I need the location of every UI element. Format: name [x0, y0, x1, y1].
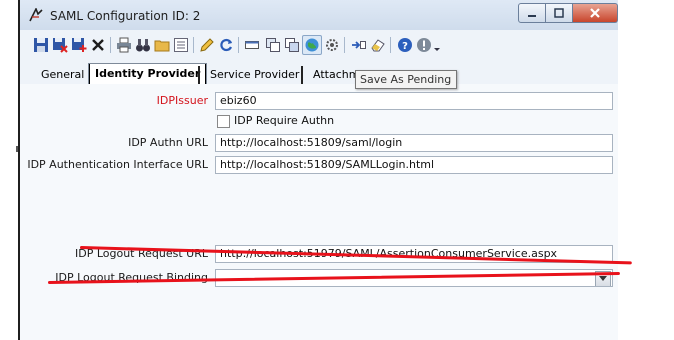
erase-button[interactable] — [369, 36, 387, 54]
refresh-button[interactable] — [217, 36, 235, 54]
tab-divider — [198, 66, 200, 84]
idp-auth-interface-url-input[interactable]: http://localhost:51809/SAMLLogin.html — [215, 156, 613, 174]
svg-text:?: ? — [402, 41, 408, 52]
toolbar-separator — [390, 37, 391, 53]
refresh-icon — [220, 38, 233, 52]
tab-identity-provider[interactable]: Identity Provider — [88, 63, 208, 84]
close-button[interactable] — [573, 3, 618, 23]
duplicate-button[interactable] — [283, 36, 301, 54]
toolbar-overflow-button[interactable] — [432, 36, 442, 54]
save-button[interactable] — [32, 36, 50, 54]
idp-authn-url-input[interactable]: http://localhost:51809/saml/login — [215, 134, 613, 152]
edit-button[interactable] — [198, 36, 216, 54]
copy-button[interactable] — [264, 36, 282, 54]
folder-icon — [154, 40, 170, 52]
window-mode-icon — [245, 41, 259, 49]
app-logo-icon — [29, 8, 43, 22]
save-icon — [34, 38, 48, 52]
idp-issuer-label: IDPIssuer — [156, 94, 208, 107]
gear-icon — [326, 39, 338, 51]
globe-pending-icon — [305, 38, 319, 52]
save-close-button[interactable] — [51, 36, 69, 54]
info-button[interactable] — [415, 36, 433, 54]
chevron-down-icon — [434, 48, 440, 51]
maximize-button[interactable] — [546, 3, 573, 23]
find-button[interactable] — [134, 36, 152, 54]
duplicate-window-icon — [285, 38, 299, 52]
settings-button[interactable] — [323, 36, 341, 54]
print-button[interactable] — [115, 36, 133, 54]
delete-x-icon — [92, 39, 104, 51]
info-icon — [417, 38, 431, 52]
copy-window-icon — [266, 38, 280, 52]
printer-icon — [117, 37, 131, 53]
idp-require-authn-label: IDP Require Authn — [234, 114, 335, 127]
chevron-down-icon — [599, 276, 607, 281]
minimize-icon — [528, 15, 536, 17]
idp-auth-interface-url-label: IDP Authentication Interface URL — [27, 158, 208, 171]
toolbar-separator — [193, 37, 194, 53]
save-new-icon — [72, 38, 87, 52]
delete-button[interactable] — [89, 36, 107, 54]
open-folder-button[interactable] — [153, 36, 171, 54]
toolbar-separator — [110, 37, 111, 53]
background-window-edge — [0, 0, 20, 340]
window-controls — [518, 3, 618, 23]
idp-authn-url-label: IDP Authn URL — [128, 136, 208, 149]
tab-general[interactable]: General — [35, 66, 90, 84]
list-view-button[interactable] — [172, 36, 190, 54]
save-as-pending-button[interactable] — [302, 35, 322, 55]
idp-require-authn-checkbox[interactable] — [217, 115, 230, 128]
save-as-pending-tooltip: Save As Pending — [355, 70, 457, 89]
tab-strip: General Identity Provider Service Provid… — [20, 60, 618, 86]
link-arrow-icon — [352, 41, 366, 49]
toolbar-separator — [344, 37, 345, 53]
tab-divider — [301, 66, 303, 84]
save-close-icon — [53, 38, 68, 53]
list-window-icon — [174, 38, 188, 52]
window-mode-button[interactable] — [243, 36, 261, 54]
link-button[interactable] — [350, 36, 368, 54]
eraser-icon — [371, 39, 385, 52]
help-button[interactable]: ? — [396, 36, 414, 54]
toolbar-separator — [238, 37, 239, 53]
window-title: SAML Configuration ID: 2 — [50, 9, 201, 23]
minimize-button[interactable] — [518, 3, 546, 23]
tab-service-provider[interactable]: Service Provider — [204, 66, 305, 84]
binoculars-icon — [136, 39, 150, 52]
pencil-icon — [200, 38, 214, 52]
help-icon: ? — [398, 38, 412, 52]
idp-issuer-input[interactable]: ebiz60 — [215, 92, 613, 110]
saml-config-window: SAML Configuration ID: 2 ? General Ident… — [20, 0, 618, 340]
toolbar: ? — [20, 32, 618, 58]
border-tick — [16, 146, 18, 152]
identity-provider-panel: IDPIssuer ebiz60 IDP Require Authn IDP A… — [20, 84, 618, 340]
save-new-button[interactable] — [70, 36, 88, 54]
maximize-icon — [554, 8, 564, 18]
close-icon — [590, 8, 600, 18]
title-bar[interactable]: SAML Configuration ID: 2 — [20, 0, 618, 30]
